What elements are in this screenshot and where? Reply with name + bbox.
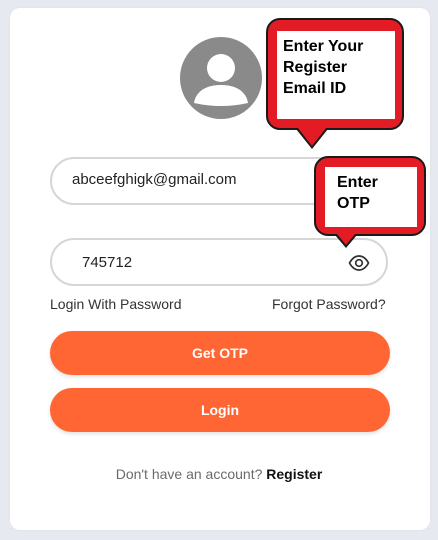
login-button[interactable]: Login [50,388,390,432]
callout-otp-line: OTP [337,195,370,212]
callout-email: Enter Your Register Email ID [266,18,404,130]
callout-otp-line: Enter [337,174,378,191]
get-otp-button[interactable]: Get OTP [50,331,390,375]
callout-email-line: Email ID [283,80,347,97]
login-with-password-link[interactable]: Login With Password [50,296,182,312]
callout-email-line: Register [283,59,348,76]
callout-email-text: Enter Your Register Email ID [277,31,395,119]
signup-prompt-text: Don't have an account? [115,466,263,482]
register-link[interactable]: Register [266,466,322,482]
user-icon [194,54,248,106]
callout-otp: Enter OTP [314,156,426,236]
eye-icon[interactable] [348,252,370,274]
forgot-password-link[interactable]: Forgot Password? [272,296,386,312]
callout-otp-tail [337,234,355,245]
user-avatar [180,37,262,119]
callout-otp-text: Enter OTP [325,167,417,227]
callout-email-tail [298,128,326,146]
callout-email-line: Enter Your [283,38,364,55]
signup-prompt: Don't have an account? Register [0,466,438,482]
login-page: Login With Password Forgot Password? Get… [0,0,438,540]
